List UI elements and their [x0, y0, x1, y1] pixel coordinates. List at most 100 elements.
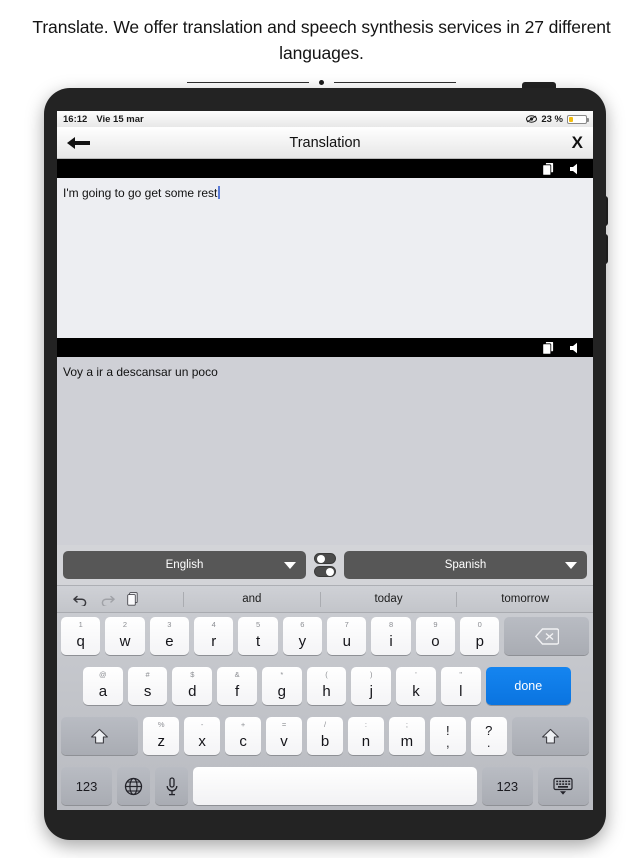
status-bar-right: 23 %: [526, 114, 589, 125]
numeric-key-left[interactable]: 123: [61, 767, 113, 805]
microphone-key[interactable]: [155, 767, 189, 805]
source-text-area[interactable]: I'm going to go get some rest: [57, 178, 593, 338]
key-hint: 5: [255, 620, 261, 629]
key-label: j: [369, 683, 373, 700]
key-c[interactable]: + c: [225, 717, 262, 755]
key-h[interactable]: (h: [306, 667, 347, 705]
privacy-eye-icon: [526, 115, 538, 123]
key-label: q: [76, 633, 85, 650]
key-i[interactable]: 8i: [371, 617, 411, 655]
key-label: e: [165, 633, 174, 650]
numeric-key-right[interactable]: 123: [481, 767, 533, 805]
target-toolbar: [57, 338, 593, 357]
key-d[interactable]: $ d: [172, 667, 213, 705]
target-language-label: Spanish: [444, 559, 487, 571]
source-text: I'm going to go get some rest: [63, 186, 218, 200]
keyboard-row-3: % z -x + c = v / b :n ; m ! , ? .: [61, 717, 589, 755]
key-m[interactable]: ; m: [388, 717, 425, 755]
target-text-area[interactable]: Voy a ir a descansar un poco: [57, 357, 593, 545]
key-label-bottom: ,: [445, 735, 450, 750]
key-label: y: [298, 633, 307, 650]
target-text: Voy a ir a descansar un poco: [63, 365, 218, 379]
target-language-select[interactable]: Spanish: [344, 551, 587, 579]
shift-arrow-icon-left: [90, 728, 109, 745]
source-language-select[interactable]: English: [63, 551, 306, 579]
divider-line-right: [334, 81, 456, 83]
suggestion-word-2[interactable]: today: [319, 591, 457, 607]
key-q[interactable]: 1q: [61, 617, 101, 655]
keyboard-row-1: 1q 2w 3e 4r 5t 6y 7u 8i 9o 0p: [61, 617, 590, 655]
key-label: t: [255, 633, 261, 650]
toggle-icon-top: [314, 553, 336, 564]
key-hint: 6: [300, 620, 305, 629]
key-o[interactable]: 9o: [415, 617, 456, 655]
status-date: Vie 15 mar: [96, 113, 144, 125]
suggestion-bar: and today tomorrow: [57, 585, 593, 613]
swap-languages-button[interactable]: [312, 550, 338, 580]
key-exclamation-comma[interactable]: ! ,: [429, 717, 466, 755]
key-label: h: [322, 683, 331, 700]
paste-icon[interactable]: [127, 592, 139, 606]
key-hint: ': [415, 670, 417, 679]
key-question-period[interactable]: ? .: [470, 717, 507, 755]
battery-icon: [567, 114, 589, 124]
key-label: o: [431, 633, 440, 650]
key-s[interactable]: # s: [127, 667, 168, 705]
key-p[interactable]: 0p: [460, 617, 500, 655]
speaker-icon-target[interactable]: [569, 342, 583, 354]
key-k[interactable]: ' k: [396, 667, 436, 705]
key-w[interactable]: 2w: [105, 617, 145, 655]
key-label: b: [320, 733, 330, 750]
divider-line-left: [187, 81, 309, 83]
key-hint: -: [200, 720, 204, 729]
key-hint: &: [234, 670, 240, 679]
key-hint: *: [280, 670, 284, 679]
key-v[interactable]: = v: [266, 717, 303, 755]
battery-fill: [569, 116, 574, 122]
key-label: d: [188, 683, 197, 700]
key-hint: /: [323, 720, 327, 729]
speaker-icon-source[interactable]: [569, 163, 583, 175]
backspace-icon: [534, 627, 559, 645]
key-l[interactable]: " l: [440, 667, 481, 705]
key-e[interactable]: 3e: [149, 617, 190, 655]
key-hint: +: [240, 720, 246, 729]
copy-icon-source[interactable]: [542, 161, 555, 176]
key-t[interactable]: 5t: [238, 617, 278, 655]
key-r[interactable]: 4r: [194, 617, 234, 655]
key-hint: $: [190, 670, 195, 679]
copy-icon-target[interactable]: [542, 340, 555, 355]
globe-key[interactable]: [117, 767, 151, 805]
key-y[interactable]: 6y: [282, 617, 323, 655]
key-label: m: [400, 733, 414, 750]
key-z[interactable]: % z: [143, 717, 180, 755]
suggestion-word-1[interactable]: and: [183, 591, 320, 607]
shift-key-right[interactable]: [511, 717, 589, 755]
tablet-device: 16:12 Vie 15 mar 23 % Translation X I'm …: [44, 82, 608, 840]
suggestion-word-3[interactable]: tomorrow: [456, 591, 593, 607]
microphone-icon: [165, 776, 179, 796]
close-button[interactable]: X: [572, 134, 583, 151]
key-hint: 8: [388, 620, 394, 629]
key-hint: 3: [167, 620, 172, 629]
key-hint: 9: [433, 620, 438, 629]
key-b[interactable]: / b: [307, 717, 343, 755]
key-g[interactable]: * g: [261, 667, 302, 705]
key-a[interactable]: @ a: [83, 667, 123, 705]
status-time: 16:12: [63, 113, 88, 125]
backspace-key[interactable]: [504, 617, 590, 655]
space-key[interactable]: [193, 767, 477, 805]
key-j[interactable]: ) j: [351, 667, 392, 705]
hide-keyboard-key[interactable]: [537, 767, 589, 805]
key-x[interactable]: -x: [184, 717, 221, 755]
key-label: g: [277, 683, 286, 700]
key-n[interactable]: :n: [347, 717, 384, 755]
key-label: k: [412, 683, 420, 700]
key-label: r: [211, 633, 217, 650]
key-f[interactable]: & f: [217, 667, 257, 705]
key-label: s: [143, 683, 152, 700]
shift-key-left[interactable]: [61, 717, 139, 755]
done-key[interactable]: done: [485, 667, 572, 705]
undo-icon[interactable]: [73, 593, 88, 606]
key-u[interactable]: 7u: [327, 617, 367, 655]
